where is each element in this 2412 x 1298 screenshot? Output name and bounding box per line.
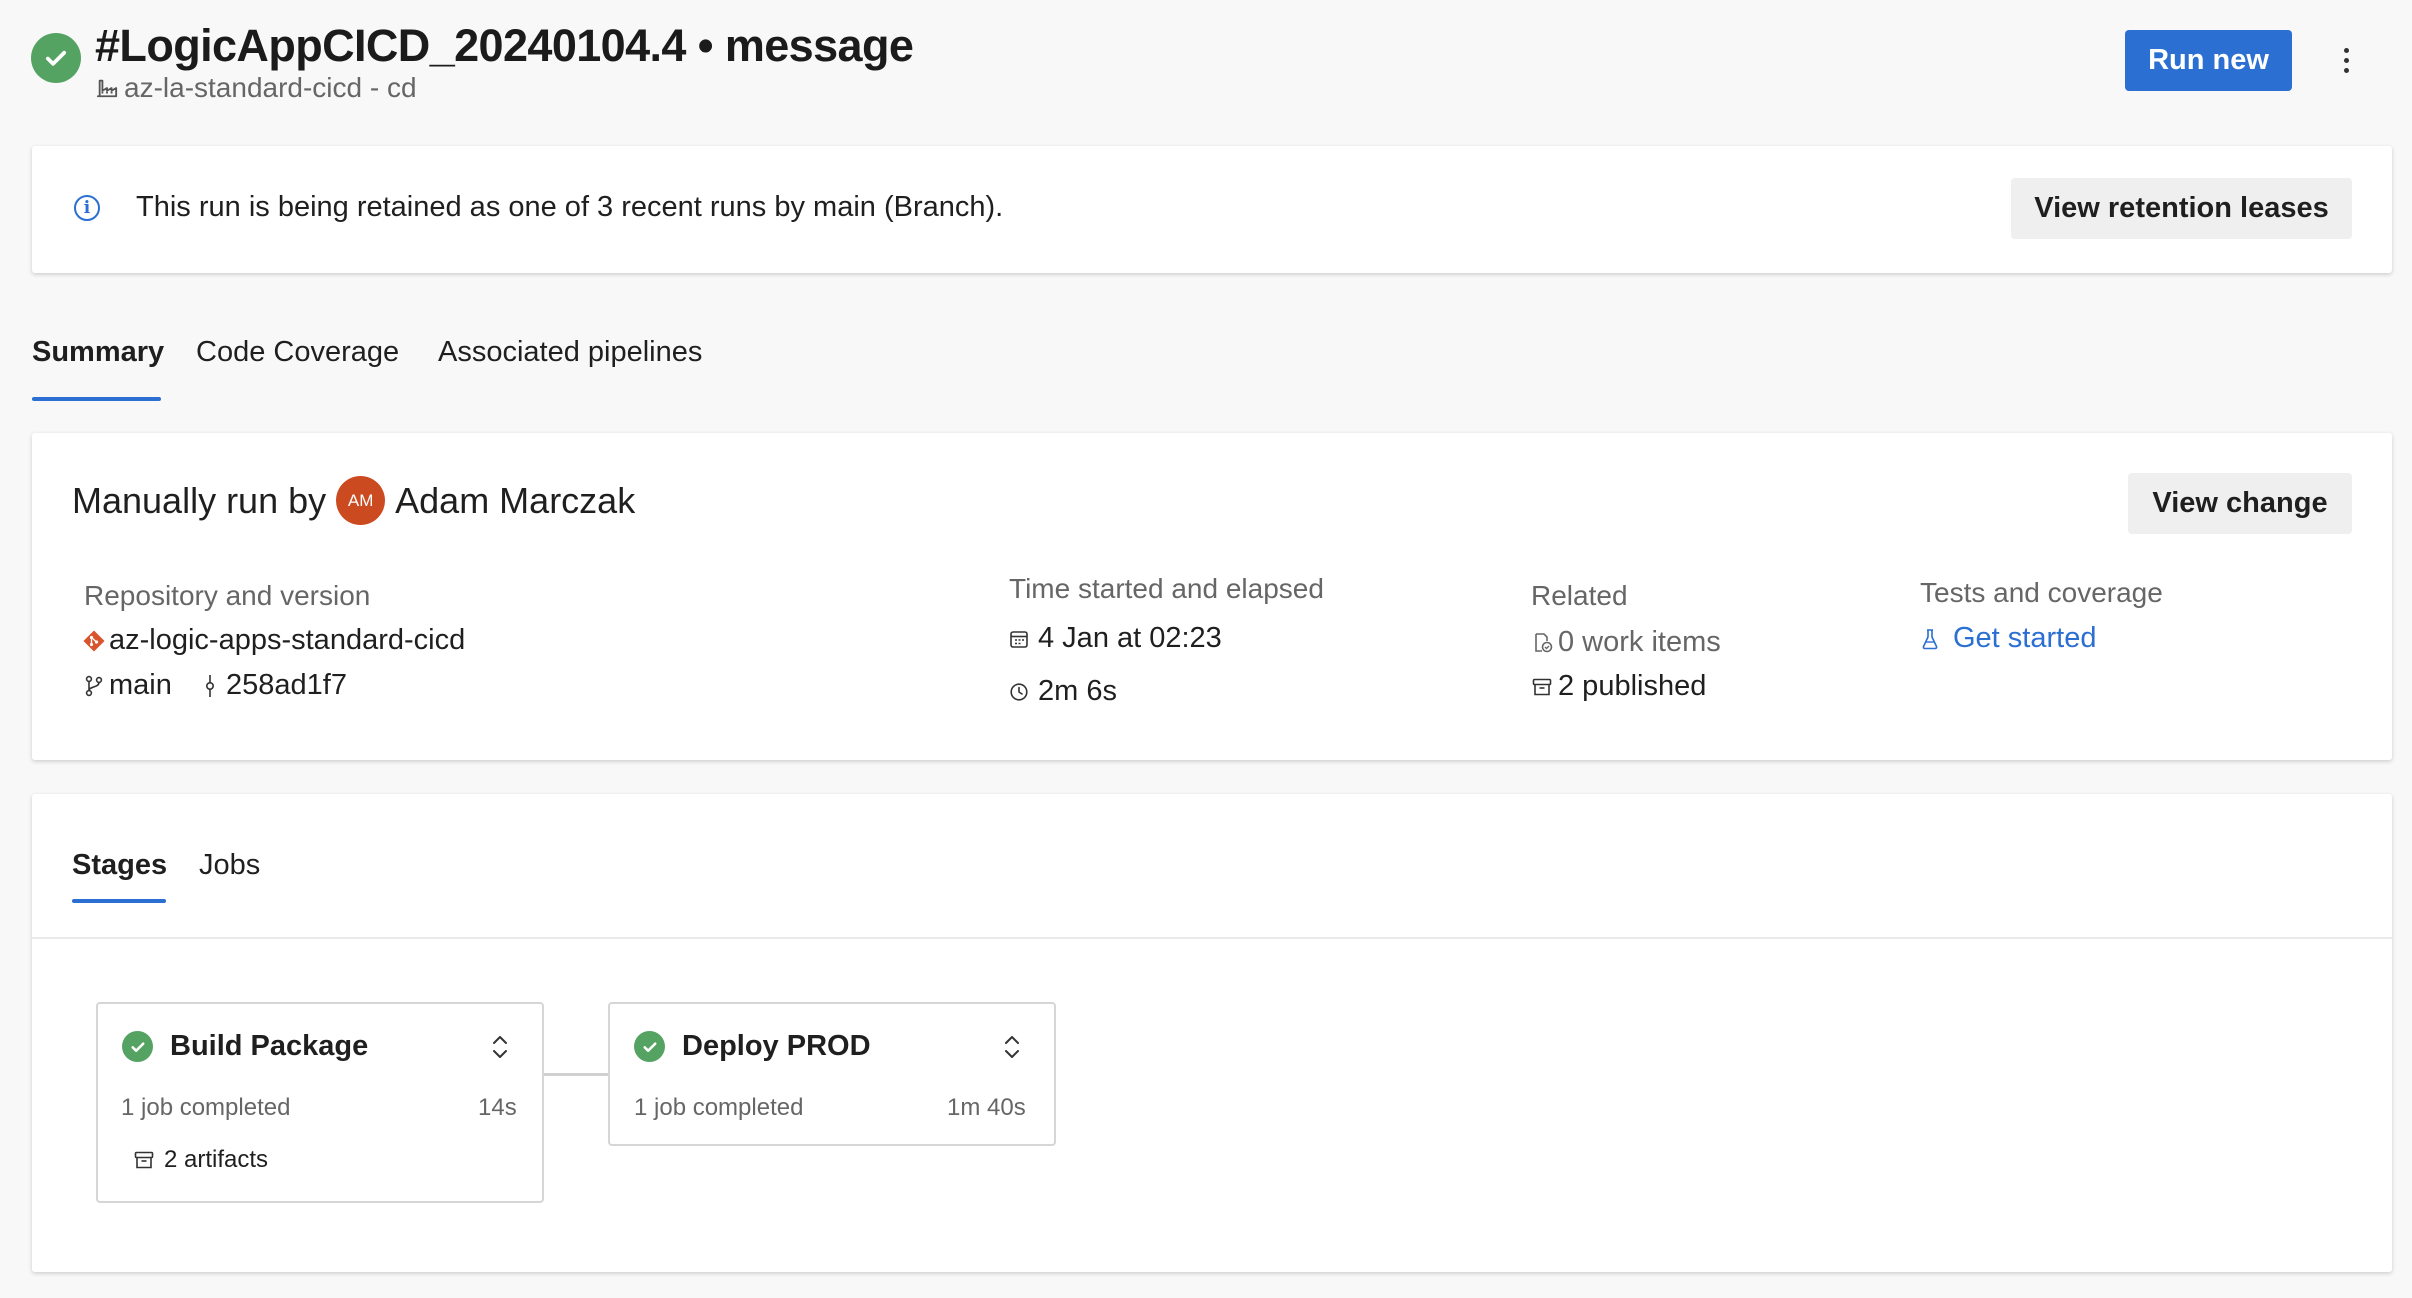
pipeline-icon <box>96 77 118 99</box>
stages-tab-indicator <box>72 899 166 903</box>
published-value[interactable]: 2 published <box>1558 670 1706 703</box>
view-retention-leases-button[interactable]: View retention leases <box>2011 178 2352 239</box>
expand-collapse-icon[interactable] <box>487 1032 513 1067</box>
published-artifacts[interactable]: 2 published <box>1532 670 1706 703</box>
stage-connector <box>544 1073 608 1076</box>
repo-link[interactable]: az-logic-apps-standard-cicd <box>82 624 465 657</box>
artifacts-count[interactable]: 2 artifacts <box>164 1146 268 1174</box>
stage-name: Build Package <box>170 1030 369 1062</box>
commit-id[interactable]: 258ad1f7 <box>226 669 347 702</box>
stage-duration: 1m 40s <box>947 1094 1026 1121</box>
tab-code-coverage[interactable]: Code Coverage <box>196 336 399 369</box>
page-title: #LogicAppCICD_20240104.4 • message <box>95 20 914 71</box>
tab-associated-pipelines[interactable]: Associated pipelines <box>438 336 702 369</box>
stage-name: Deploy PROD <box>682 1030 871 1062</box>
info-icon: i <box>74 195 100 221</box>
more-actions-icon[interactable] <box>2332 40 2360 80</box>
git-repo-icon <box>82 629 106 653</box>
elapsed-time-value: 2m 6s <box>1038 675 1117 707</box>
related-label: Related <box>1531 580 1628 611</box>
clock-icon <box>1009 682 1029 702</box>
get-started-text[interactable]: Get started <box>1953 622 2096 655</box>
commit-icon <box>203 673 217 699</box>
calendar-icon <box>1009 629 1029 649</box>
stage-status: 1 job completed <box>121 1094 291 1121</box>
stage-deploy-prod[interactable] <box>608 1002 1056 1146</box>
artifact-icon <box>1532 677 1552 697</box>
tab-jobs[interactable]: Jobs <box>199 849 260 882</box>
commit-link[interactable]: 258ad1f7 <box>203 669 347 702</box>
artifact-icon <box>134 1150 154 1170</box>
pipeline-link[interactable]: az-la-standard-cicd - cd <box>96 72 417 104</box>
user-name: Adam Marczak <box>395 479 636 521</box>
branch-link[interactable]: main <box>84 669 172 702</box>
stage-artifacts-link[interactable]: 2 artifacts <box>134 1146 268 1174</box>
stage-success-icon <box>122 1031 153 1062</box>
view-change-button[interactable]: View change <box>2128 473 2352 534</box>
start-time-value: 4 Jan at 02:23 <box>1038 622 1222 654</box>
stage-duration: 14s <box>478 1094 517 1121</box>
run-success-icon <box>31 33 81 83</box>
pipeline-name[interactable]: az-la-standard-cicd - cd <box>124 72 417 104</box>
stage-success-icon <box>634 1031 665 1062</box>
repo-name[interactable]: az-logic-apps-standard-cicd <box>109 624 465 657</box>
tab-active-indicator <box>32 397 161 401</box>
retention-message: This run is being retained as one of 3 r… <box>136 191 1004 223</box>
stages-divider <box>32 937 2392 939</box>
run-new-button[interactable]: Run new <box>2125 30 2292 91</box>
tests-label: Tests and coverage <box>1920 577 2163 608</box>
branch-icon <box>84 675 104 697</box>
work-items[interactable]: 0 work items <box>1532 626 1721 659</box>
expand-collapse-icon[interactable] <box>999 1032 1025 1067</box>
flask-icon <box>1921 628 1939 650</box>
stage-status: 1 job completed <box>634 1094 804 1121</box>
elapsed-time: 2m 6s <box>1009 675 1117 708</box>
run-by-label: Manually run by <box>72 479 327 521</box>
tests-get-started-link[interactable]: Get started <box>1921 622 2096 655</box>
work-item-icon <box>1532 632 1554 654</box>
work-items-value[interactable]: 0 work items <box>1558 626 1721 659</box>
repository-label: Repository and version <box>84 580 371 611</box>
tab-summary[interactable]: Summary <box>32 336 164 369</box>
start-time: 4 Jan at 02:23 <box>1009 622 1222 655</box>
run-by: Manually run by AM Adam Marczak <box>72 476 635 525</box>
branch-name[interactable]: main <box>109 669 172 702</box>
avatar: AM <box>336 476 386 525</box>
time-label: Time started and elapsed <box>1009 573 1324 604</box>
tab-stages[interactable]: Stages <box>72 849 167 882</box>
